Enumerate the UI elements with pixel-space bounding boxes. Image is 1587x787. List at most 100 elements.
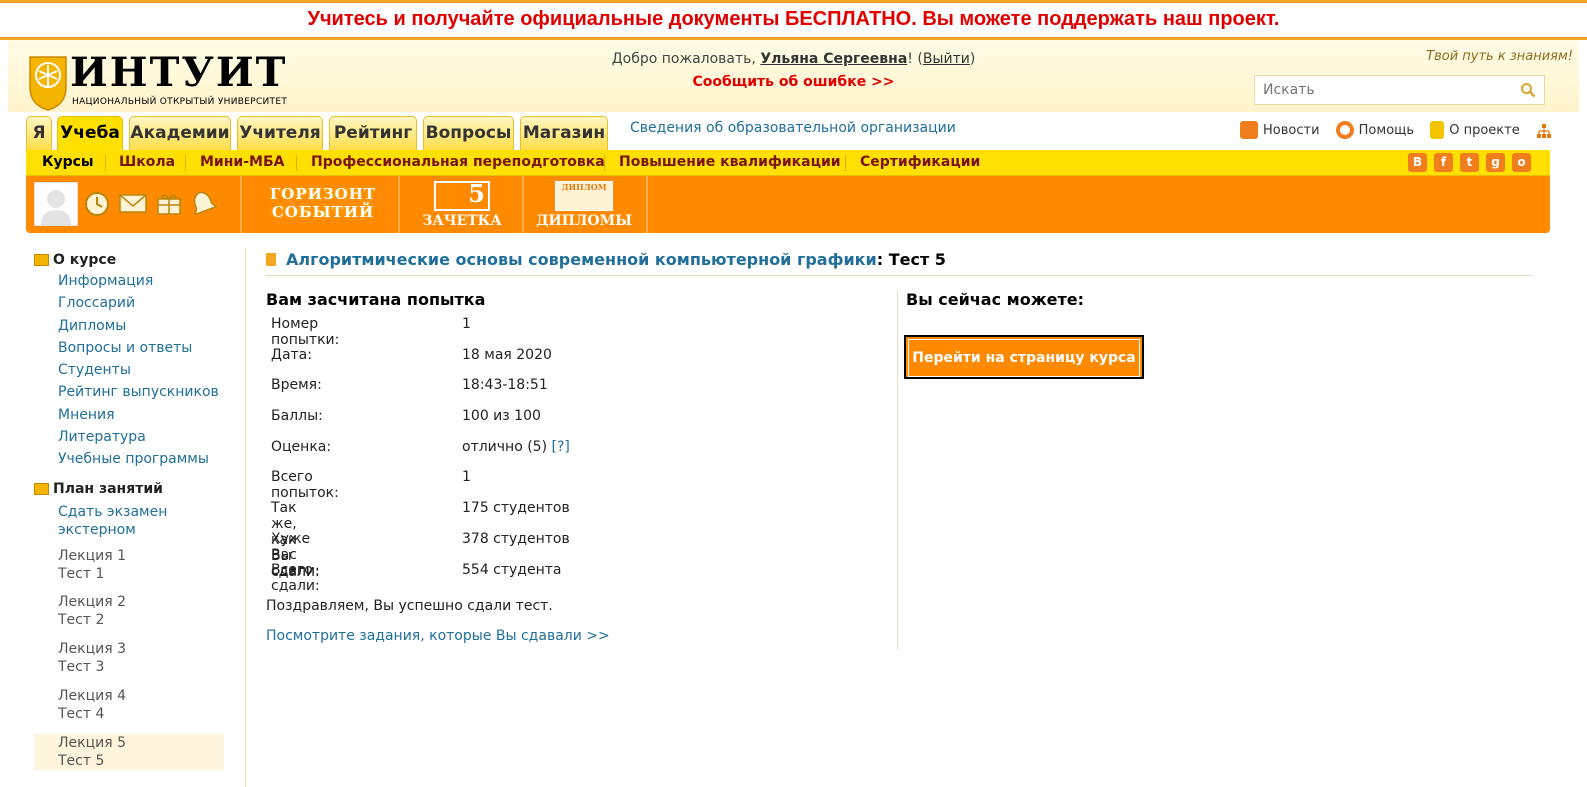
submenu-school[interactable]: Школа (119, 154, 175, 170)
google-plus-icon[interactable]: g (1486, 153, 1505, 172)
grade-help-link[interactable]: [?] (552, 439, 570, 455)
submenu-courses[interactable]: Курсы (42, 154, 94, 170)
lesson-item[interactable]: Лекция 3 Тест 3 (58, 640, 234, 676)
vk-icon[interactable]: В (1408, 153, 1427, 172)
gradebook-label: ЗАЧЕТКА (422, 213, 502, 229)
welcome-excl: ! ( (907, 51, 923, 67)
facebook-icon[interactable]: f (1434, 153, 1453, 172)
submenu-divider (296, 155, 297, 171)
test-name: : Тест 5 (876, 250, 946, 269)
sidebar-item-graduates-rating[interactable]: Рейтинг выпускников (58, 381, 234, 403)
actions-heading: Вы сейчас можете: (906, 290, 1084, 309)
twitter-icon[interactable]: t (1460, 153, 1479, 172)
sidebar-item-glossary[interactable]: Глоссарий (58, 292, 234, 314)
sidebar-divider (245, 248, 246, 787)
about-course-title: О курсе (53, 252, 117, 268)
gifts-icon[interactable] (154, 188, 184, 218)
toolbar-divider (646, 176, 648, 233)
search-input[interactable] (1255, 76, 1505, 104)
search-box (1254, 75, 1545, 105)
submenu-certification[interactable]: Сертификации (860, 154, 980, 170)
tab-teachers[interactable]: Учителя (237, 116, 323, 150)
horizon-events-button[interactable]: ГОРИЗОНТ СОБЫТИЙ (258, 181, 388, 221)
lesson-item-active[interactable]: Лекция 5 Тест 5 (34, 733, 224, 770)
gradebook-button[interactable]: 5 ЗАЧЕТКА (418, 179, 506, 229)
tab-study[interactable]: Учеба (57, 116, 123, 152)
tab-academies[interactable]: Академии (129, 116, 231, 150)
row-label: Оценка: (271, 438, 332, 455)
bell-icon[interactable] (188, 188, 218, 218)
promo-text: Учитесь и получайте официальные документ… (307, 8, 1280, 30)
mail-icon[interactable] (118, 188, 148, 218)
submenu-mini-mba[interactable]: Мини-МБА (200, 154, 284, 170)
tagline: Твой путь к знаниям! (1426, 49, 1573, 64)
sitemap-link[interactable] (1536, 123, 1552, 139)
sidebar-item-diplomas[interactable]: Дипломы (58, 315, 234, 337)
odnoklassniki-icon[interactable]: о (1512, 153, 1531, 172)
go-to-course-button[interactable]: Перейти на страницу курса (904, 335, 1144, 379)
sidebar-item-external-exam-2[interactable]: экстерном (58, 521, 234, 539)
row-value: 1 (462, 469, 471, 486)
test-label: Тест 3 (58, 658, 105, 675)
welcome-prefix: Добро пожаловать, (611, 51, 761, 67)
lecture-label: Лекция 2 (58, 593, 127, 610)
user-name-link[interactable]: Ульяна Сергеевна (760, 51, 907, 67)
row-label: Всего сдали: (271, 561, 320, 594)
sitemap-icon (1536, 124, 1551, 138)
tab-shop[interactable]: Магазин (520, 116, 608, 150)
sidebar-item-literature[interactable]: Литература (58, 426, 234, 448)
logout-link[interactable]: Выйти (923, 51, 970, 67)
book-icon (266, 253, 276, 266)
row-value: 175 студентов (462, 500, 570, 517)
lifebuoy-icon (1335, 121, 1354, 139)
lesson-plan-title: План занятий (53, 480, 163, 497)
test-label: Тест 1 (58, 565, 105, 582)
tab-rating[interactable]: Рейтинг (329, 116, 417, 150)
promo-banner: Учитесь и получайте официальные документ… (0, 0, 1587, 40)
news-link[interactable]: Новости (1240, 121, 1320, 139)
course-name-link[interactable]: Алгоритмические основы современной компь… (286, 250, 877, 269)
submenu-retraining[interactable]: Профессиональная переподготовка (311, 154, 605, 170)
horizon-line1: ГОРИЗОНТ (269, 185, 377, 203)
sidebar-item-faq[interactable]: Вопросы и ответы (58, 337, 234, 359)
view-tasks-link[interactable]: Посмотрите задания, которые Вы сдавали >… (266, 628, 610, 644)
sidebar-item-info[interactable]: Информация (58, 270, 234, 292)
lesson-item[interactable]: Лекция 2 Тест 2 (58, 593, 234, 629)
course-title-bar: Алгоритмические основы современной компь… (266, 250, 1532, 276)
search-icon[interactable] (1520, 82, 1536, 98)
about-link[interactable]: О проекте (1430, 121, 1520, 139)
about-course-heading: О курсе (34, 250, 234, 270)
row-value: 378 студентов (462, 530, 570, 547)
row-label: Время: (271, 377, 322, 394)
sidebar-item-students[interactable]: Студенты (58, 359, 234, 381)
avatar-silhouette-icon (41, 190, 71, 225)
avatar[interactable] (34, 182, 78, 226)
sidebar-item-opinions[interactable]: Мнения (58, 404, 234, 426)
about-icon (1430, 121, 1445, 139)
gradebook-number: 5 (468, 179, 485, 208)
result-heading: Вам засчитана попытка (266, 290, 486, 309)
tab-questions[interactable]: Вопросы (423, 116, 514, 150)
help-label: Помощь (1358, 122, 1415, 138)
submenu-qualification[interactable]: Повышение квалификации (619, 154, 841, 170)
diplomas-label: ДИПЛОМЫ (536, 213, 632, 229)
lesson-item[interactable]: Лекция 4 Тест 4 (58, 687, 234, 723)
sidebar-item-programs[interactable]: Учебные программы (58, 448, 234, 470)
alarm-clock-icon[interactable] (82, 188, 112, 218)
toolbar-divider (398, 176, 400, 233)
lesson-item[interactable]: Лекция 1 Тест 1 (58, 547, 234, 583)
course-sidebar: О курсе Информация Глоссарий Дипломы Воп… (34, 250, 234, 780)
logo-subtitle: НАЦИОНАЛЬНЫЙ ОТКРЫТЫЙ УНИВЕРСИТЕТ (72, 97, 288, 107)
row-label: Баллы: (271, 408, 323, 425)
submenu-divider (845, 155, 846, 171)
help-link[interactable]: Помощь (1335, 121, 1415, 139)
lesson-plan-heading: План занятий (34, 479, 234, 499)
lecture-label: Лекция 5 (58, 734, 127, 751)
tab-me[interactable]: Я (26, 116, 52, 150)
sidebar-item-external-exam[interactable]: Сдать экзамен (58, 503, 234, 521)
diplomas-button[interactable]: ДИПЛОМ ДИПЛОМЫ (536, 181, 632, 229)
about-label: О проекте (1449, 122, 1520, 138)
org-info-link[interactable]: Сведения об образовательной организации (630, 120, 956, 136)
gradebook-icon: 5 (434, 179, 490, 211)
diploma-icon: ДИПЛОМ (555, 181, 613, 211)
